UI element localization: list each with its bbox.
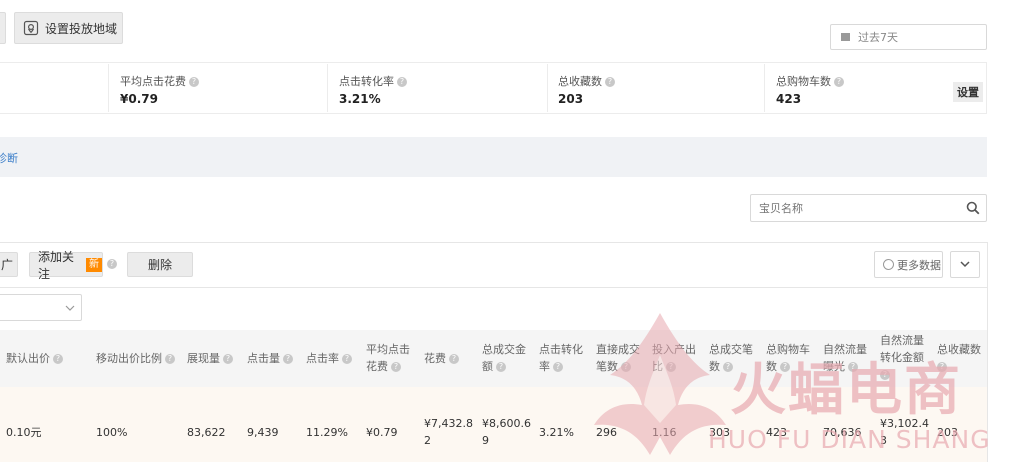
- help-icon[interactable]: ?: [937, 362, 947, 372]
- add-follow-button[interactable]: 添加关注 新: [29, 250, 103, 281]
- metric-value-total-favorites: 203: [558, 92, 584, 106]
- th-default-bid[interactable]: 默认出价?: [6, 350, 63, 367]
- diagnose-bar: [0, 137, 987, 177]
- th-roi[interactable]: 投入产出比?: [652, 341, 696, 375]
- th-mobile-bid-ratio[interactable]: 移动出价比例?: [96, 350, 175, 367]
- set-region-button[interactable]: 设置投放地域: [14, 12, 123, 44]
- th-direct-deals[interactable]: 直接成交 笔数?: [596, 341, 640, 375]
- cell-organic-exposure: 70,636: [823, 426, 862, 439]
- diagnose-link[interactable]: 诊断: [0, 150, 18, 166]
- help-icon[interactable]: ?: [496, 362, 506, 372]
- cell-cost: ¥7,432.8 2: [424, 417, 473, 447]
- th-clicks[interactable]: 点击量?: [247, 350, 293, 367]
- help-icon[interactable]: ?: [834, 77, 844, 87]
- th-organic-conversion-amount[interactable]: 自然流量 转化金额?: [880, 332, 924, 383]
- new-badge: 新: [86, 257, 102, 272]
- metric-label-total-cart: 总购物车数?: [776, 73, 844, 89]
- cell-organic-conversion-amount: ¥3,102.4 3: [880, 417, 929, 447]
- help-icon[interactable]: ?: [848, 362, 858, 372]
- help-icon[interactable]: ?: [107, 259, 117, 269]
- th-ctr[interactable]: 点击率?: [306, 350, 352, 367]
- cell-total-deals: 303: [709, 426, 730, 439]
- delete-button[interactable]: 删除: [127, 252, 193, 277]
- help-icon[interactable]: ?: [283, 354, 293, 364]
- help-icon[interactable]: ?: [223, 354, 233, 364]
- help-icon[interactable]: ?: [449, 354, 459, 364]
- cell-direct-deals: 296: [596, 426, 617, 439]
- metric-value-avg-click-cost: ¥0.79: [120, 92, 158, 106]
- help-icon[interactable]: ?: [621, 362, 631, 372]
- more-data-button[interactable]: 更多数据: [874, 251, 943, 278]
- chevron-down-icon: [65, 305, 75, 311]
- gear-icon: [883, 259, 894, 270]
- help-icon[interactable]: ?: [780, 362, 790, 372]
- help-icon[interactable]: ?: [53, 354, 63, 364]
- help-icon[interactable]: ?: [391, 362, 401, 372]
- set-region-label: 设置投放地域: [45, 21, 118, 36]
- th-cost[interactable]: 花费?: [424, 350, 459, 367]
- search-field[interactable]: [750, 194, 987, 222]
- add-follow-label: 添加关注: [38, 249, 75, 281]
- th-total-cart[interactable]: 总购物车数?: [766, 341, 810, 375]
- metrics-settings-button[interactable]: 设置: [953, 82, 983, 102]
- metric-value-total-cart: 423: [776, 92, 802, 106]
- cell-mobile-bid-ratio: 100%: [96, 426, 128, 439]
- cell-total-favorites: 203: [937, 426, 958, 439]
- cell-clicks: 9,439: [247, 426, 279, 439]
- help-icon[interactable]: ?: [397, 77, 407, 87]
- cell-click-conversion: 3.21%: [539, 426, 574, 439]
- help-icon[interactable]: ?: [605, 77, 615, 87]
- cell-impressions: 83,622: [187, 426, 226, 439]
- filter-select[interactable]: [0, 294, 82, 321]
- th-organic-exposure[interactable]: 自然流量 曝光?: [823, 341, 867, 375]
- expand-dropdown-button[interactable]: [950, 251, 980, 278]
- metric-label-avg-click-cost: 平均点击花费?: [120, 73, 199, 89]
- help-icon[interactable]: ?: [165, 354, 175, 364]
- metric-value-click-conversion: 3.21%: [339, 92, 381, 106]
- help-icon[interactable]: ?: [342, 354, 352, 364]
- help-icon[interactable]: ?: [666, 362, 676, 372]
- cell-roi: 1.16: [652, 426, 677, 439]
- search-icon[interactable]: [966, 201, 980, 215]
- cell-avg-click-cost: ¥0.79: [366, 426, 398, 439]
- search-input[interactable]: [757, 195, 961, 221]
- help-icon[interactable]: ?: [723, 362, 733, 372]
- th-impressions[interactable]: 展现量?: [187, 350, 233, 367]
- left-partial-button[interactable]: [0, 12, 6, 44]
- th-total-favorites[interactable]: 总收藏数?: [937, 341, 981, 375]
- th-avg-click-cost[interactable]: 平均点击 花费?: [366, 341, 410, 375]
- th-total-deal-amount[interactable]: 总成交金额?: [482, 341, 526, 375]
- cell-default-bid: 0.10元: [6, 426, 42, 439]
- th-click-conversion[interactable]: 点击转化率?: [539, 341, 583, 375]
- partial-action-button[interactable]: 广: [0, 252, 18, 277]
- date-range-select[interactable]: 过去7天: [830, 24, 987, 50]
- th-total-deals[interactable]: 总成交笔数?: [709, 341, 753, 375]
- calendar-icon: [841, 33, 850, 41]
- cell-total-cart: 423: [766, 426, 787, 439]
- cell-total-deal-amount: ¥8,600.6 9: [482, 417, 531, 447]
- help-icon[interactable]: ?: [880, 370, 890, 380]
- cell-ctr: 11.29%: [306, 426, 348, 439]
- date-range-label: 过去7天: [858, 31, 898, 44]
- map-pin-icon: [23, 20, 39, 36]
- help-icon[interactable]: ?: [553, 362, 563, 372]
- help-icon[interactable]: ?: [189, 77, 199, 87]
- metric-label-click-conversion: 点击转化率?: [339, 73, 407, 89]
- metric-label-total-favorites: 总收藏数?: [558, 73, 615, 89]
- chevron-down-icon: [960, 261, 970, 268]
